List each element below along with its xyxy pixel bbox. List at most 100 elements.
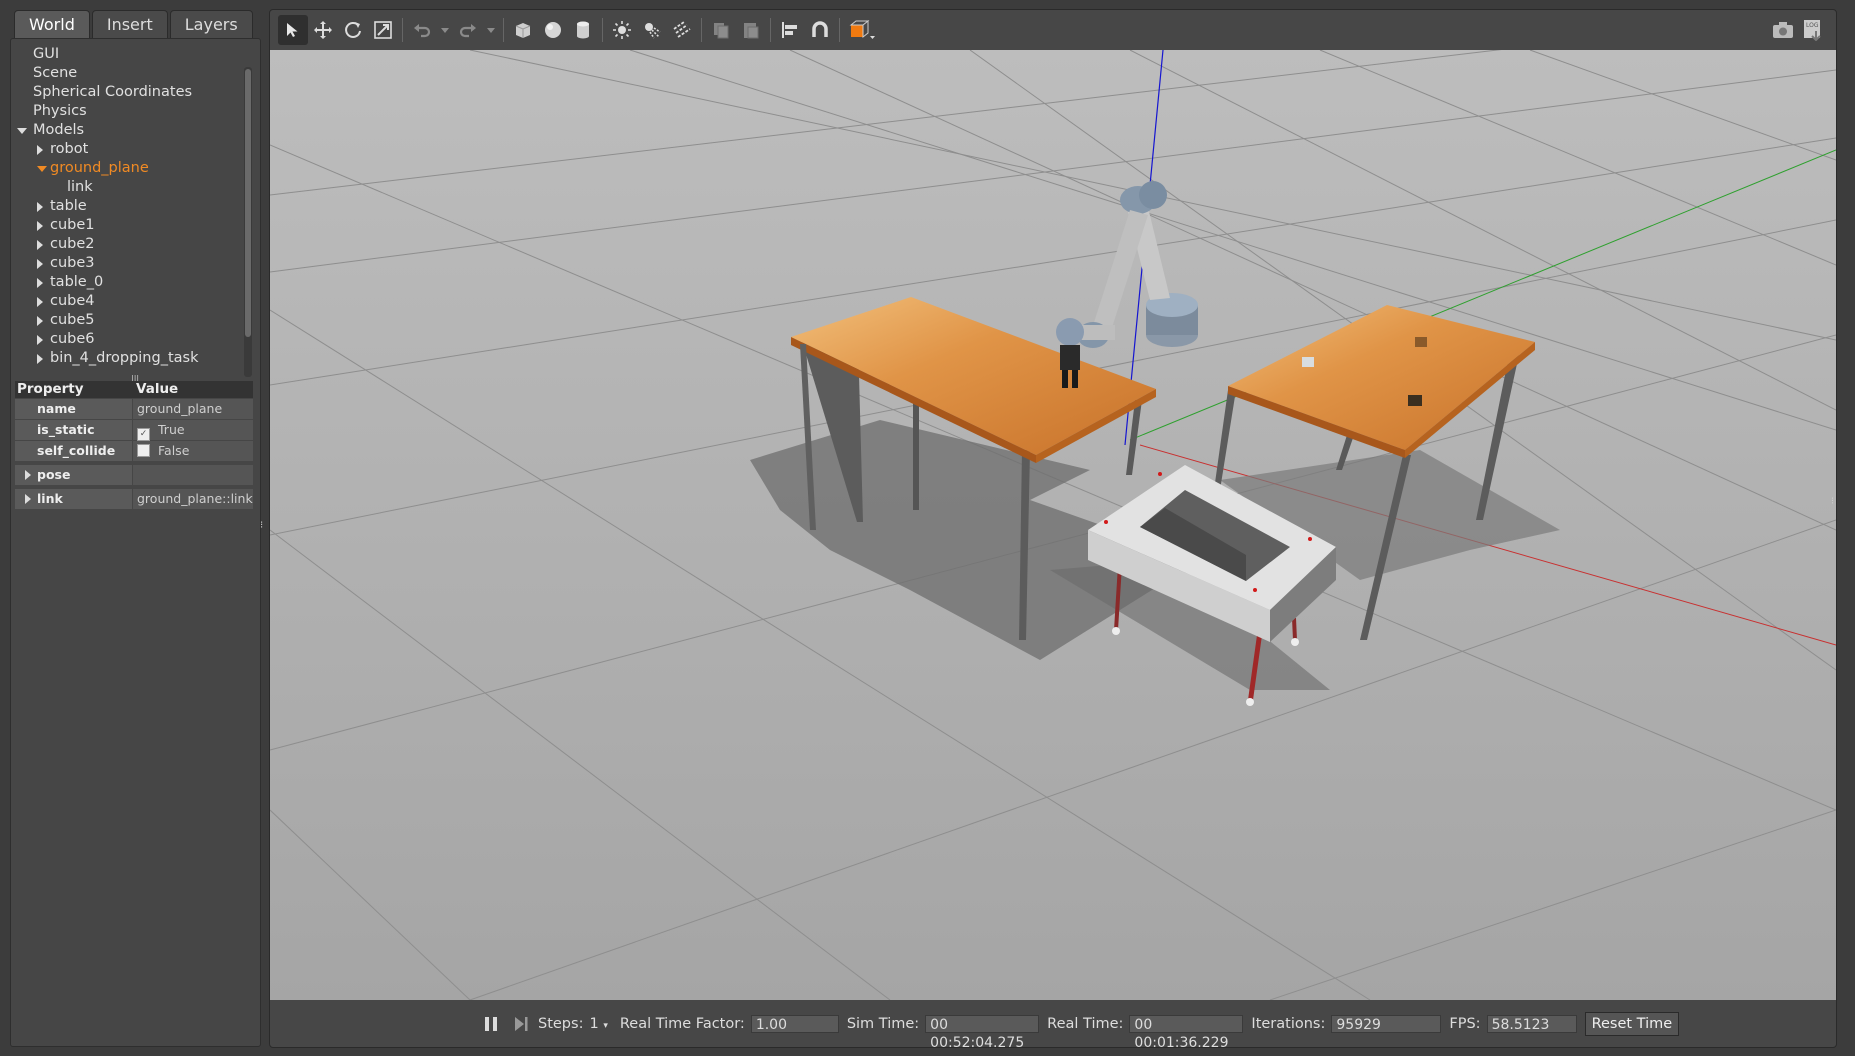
tree-item-label: cube5 [50,312,95,328]
expand-right-icon[interactable] [37,297,43,307]
expand-right-icon[interactable] [37,335,43,345]
sim-time-field: 00 00:52:04.275 [925,1014,1040,1051]
property-row-link[interactable]: link ground_plane::link [15,489,253,509]
tree-item-bin-4-dropping-task[interactable]: bin_4_dropping_task [11,349,243,368]
expand-right-icon[interactable] [37,221,43,231]
expand-right-icon[interactable] [25,494,31,504]
value-column-header: Value [136,381,179,397]
reset-time-button[interactable]: Reset Time [1584,1011,1680,1036]
tree-item-label: GUI [33,46,60,62]
steps-value: 1 [589,1015,599,1032]
left-panel-collapse-handle[interactable]: ⁝ [260,520,263,531]
scene-viewport[interactable]: ⁝ [270,50,1836,1000]
property-value-label: ground_plane [137,401,223,416]
cylinder-icon[interactable] [568,15,598,45]
tree-item-models[interactable]: Models [11,121,243,140]
real-time-field: 00 00:01:36.229 [1129,1014,1244,1051]
undo-history-icon[interactable] [437,15,453,45]
tab-insert[interactable]: Insert [91,10,168,38]
property-value[interactable]: ✓ True [133,420,253,441]
tree-item-label: table_0 [50,274,104,290]
tree-item-table[interactable]: table [11,197,243,216]
expand-right-icon[interactable] [37,278,43,288]
translate-icon[interactable] [308,15,338,45]
rotate-icon[interactable] [338,15,368,45]
tab-layers[interactable]: Layers [169,10,253,38]
tree-item-gui[interactable]: GUI [11,45,243,64]
point-light-icon[interactable] [607,15,637,45]
expand-right-icon[interactable] [37,145,43,155]
directional-light-icon[interactable] [667,15,697,45]
tree-scrollbar[interactable] [244,67,252,377]
select-icon[interactable] [278,15,308,45]
property-checkbox[interactable] [137,444,150,457]
toolbar-separator [839,18,840,42]
step-button[interactable] [510,1013,532,1035]
tree-item-table-0[interactable]: table_0 [11,273,243,292]
expand-right-icon[interactable] [37,240,43,250]
expand-down-icon[interactable] [37,166,47,172]
tree-item-physics[interactable]: Physics [11,102,243,121]
tree-scrollbar-thumb[interactable] [245,69,251,337]
splitter-handle[interactable]: ||| [131,374,143,383]
snap-icon[interactable] [805,15,835,45]
sim-time-label: Sim Time: [846,1015,920,1032]
tree-item-cube3[interactable]: cube3 [11,254,243,273]
log-label: LOG [1806,22,1819,29]
redo-history-icon[interactable] [483,15,499,45]
tree-item-label: table [50,198,87,214]
expand-right-icon[interactable] [37,202,43,212]
property-row-name: name ground_plane [15,399,253,419]
tree-item-scene[interactable]: Scene [11,64,243,83]
property-value[interactable]: False [133,441,253,461]
steps-dropdown-icon[interactable]: ▾ [603,1021,608,1031]
property-key-label: name [37,401,76,416]
scene-render [270,50,1836,1000]
tree-item-spherical-coordinates[interactable]: Spherical Coordinates [11,83,243,102]
undo-icon[interactable] [407,15,437,45]
real-time-factor-label: Real Time Factor: [619,1015,745,1032]
tree-item-cube5[interactable]: cube5 [11,311,243,330]
tree-item-label: cube3 [50,255,95,271]
view-angle-icon[interactable] [844,15,880,45]
world-panel: GUI Scene Spherical Coordinates Physics Mode… [10,38,261,1047]
sphere-icon[interactable] [538,15,568,45]
expand-right-icon[interactable] [25,470,31,480]
expand-down-icon[interactable] [17,128,27,134]
property-value [133,465,253,485]
spot-light-icon[interactable] [637,15,667,45]
pause-button[interactable] [480,1013,502,1035]
tree-item-label: Models [33,122,85,138]
paste-icon[interactable] [736,15,766,45]
tree-item-ground-plane[interactable]: ground_plane [11,159,243,178]
viewport-frame: LOG ⁝ Steps: 1 ▾ Real Time Factor: 1.00 … [269,9,1837,1051]
tree-item-label: ground_plane [50,160,149,176]
property-checkbox[interactable]: ✓ [137,428,150,441]
tree-item-cube2[interactable]: cube2 [11,235,243,254]
redo-icon[interactable] [453,15,483,45]
expand-right-icon[interactable] [37,259,43,269]
tree-item-robot[interactable]: robot [11,140,243,159]
tree-item-cube6[interactable]: cube6 [11,330,243,349]
expand-right-icon[interactable] [37,316,43,326]
property-row-pose[interactable]: pose [15,465,253,485]
expand-right-icon[interactable] [37,354,43,364]
steps-spinner[interactable]: 1 ▾ [589,1016,607,1032]
screenshot-icon[interactable] [1768,15,1798,45]
right-panel-collapse-handle[interactable]: ⁝ [1831,496,1834,507]
align-icon[interactable] [775,15,805,45]
property-table: Property Value name ground_plane is_static… [15,381,253,509]
tab-world[interactable]: World [14,10,90,38]
fps-label: FPS: [1449,1015,1481,1032]
log-icon[interactable]: LOG [1798,15,1828,45]
tree-item-link[interactable]: link [11,178,243,197]
box-icon[interactable] [508,15,538,45]
property-key-label: pose [37,467,71,482]
tree-item-cube1[interactable]: cube1 [11,216,243,235]
iterations-field: 95929 [1331,1014,1442,1033]
copy-icon[interactable] [706,15,736,45]
scale-icon[interactable] [368,15,398,45]
cube-model [1415,337,1427,347]
toolbar-separator [770,18,771,42]
tree-item-cube4[interactable]: cube4 [11,292,243,311]
